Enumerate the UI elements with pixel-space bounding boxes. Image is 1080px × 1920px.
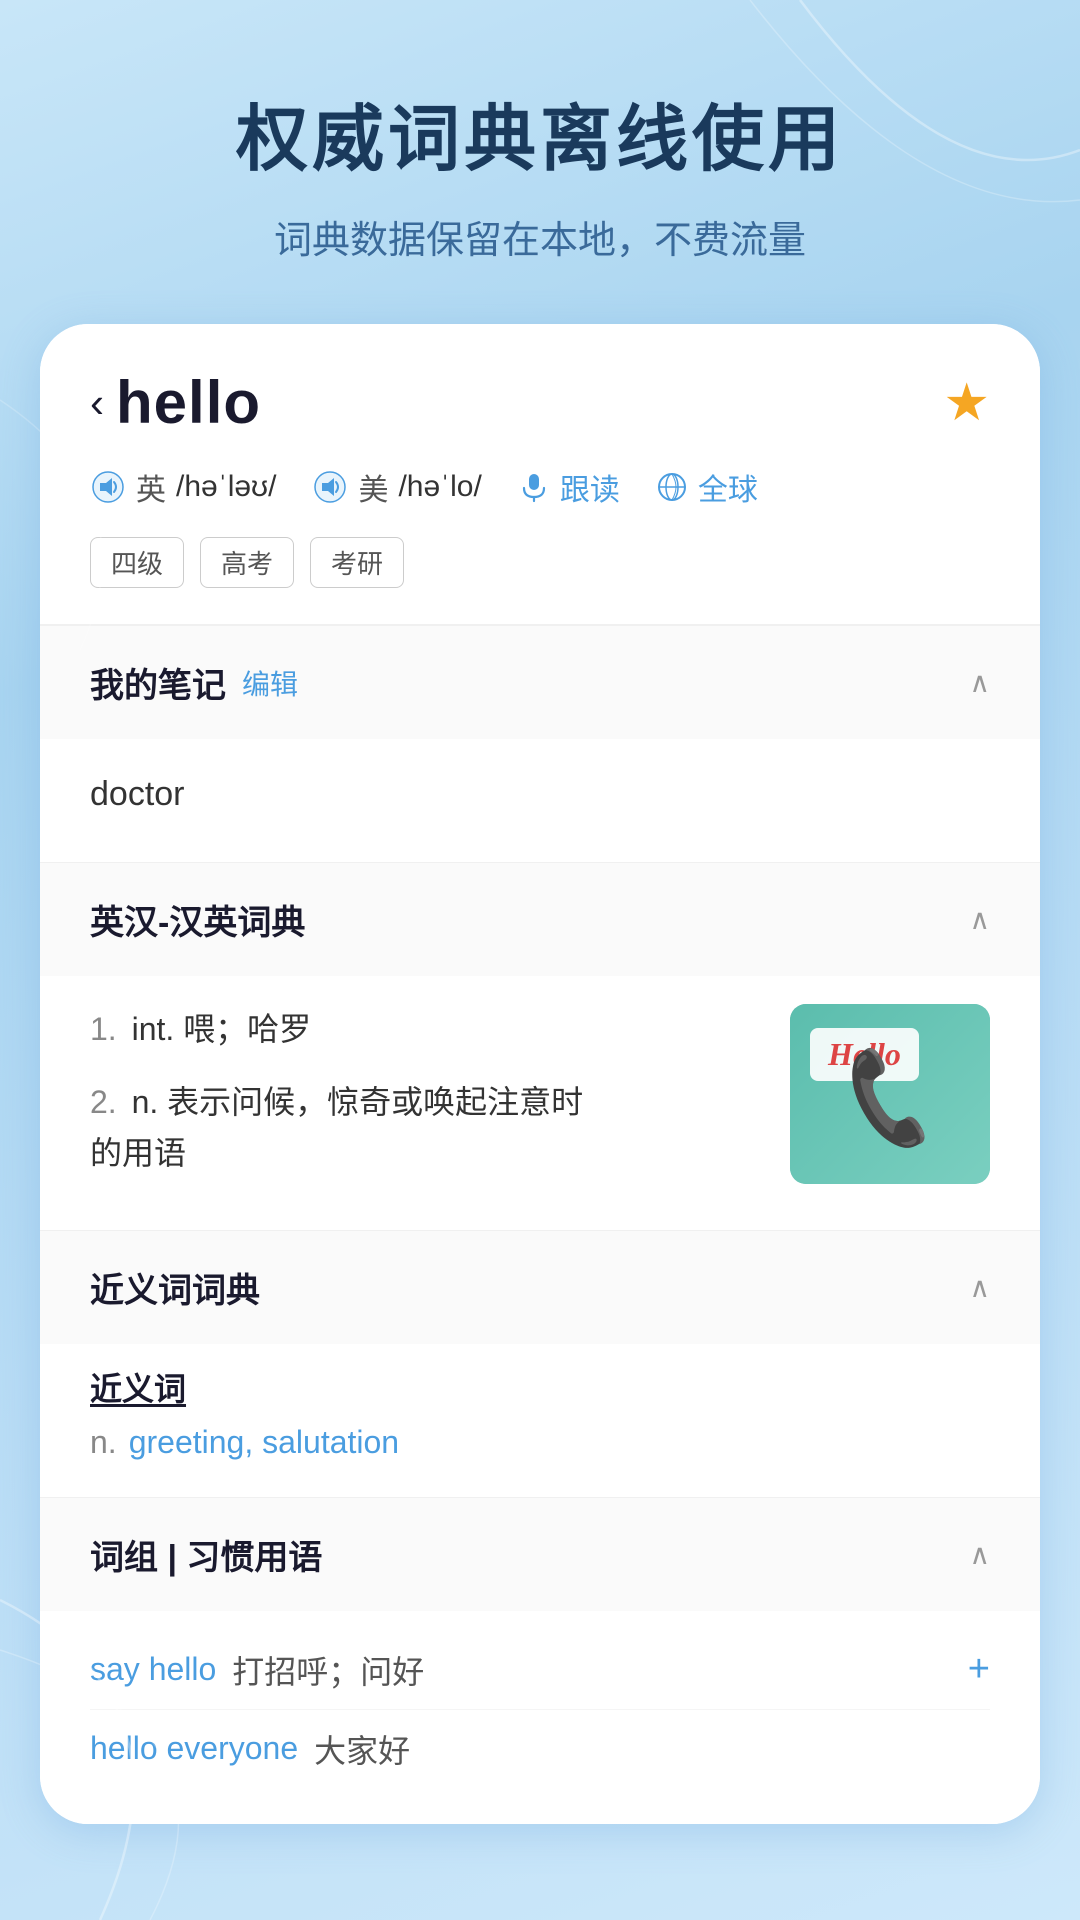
tag-level4: 四级 <box>90 537 184 588</box>
phrase-zh-2: 大家好 <box>314 1726 410 1772</box>
dict-image: Hello 📞 <box>790 1004 990 1184</box>
phrase-item-1: say hello 打招呼；问好 + <box>90 1631 990 1710</box>
british-speaker-icon[interactable] <box>90 469 126 505</box>
british-ipa: /həˈləʊ/ <box>176 470 276 504</box>
sub-title: 词典数据保留在本地，不费流量 <box>60 209 1020 264</box>
dict-item-2: 2. n. 表示问候，惊奇或唤起注意时的用语 <box>90 1077 760 1179</box>
dict-body: 1. int. 喂；哈罗 2. n. 表示问候，惊奇或唤起注意时的用语 Hell… <box>40 976 1040 1230</box>
notes-title: 我的笔记 <box>90 658 226 707</box>
dict-num-2: 2. <box>90 1084 117 1120</box>
notes-edit-button[interactable]: 编辑 <box>242 663 298 703</box>
phrase-en-2[interactable]: hello everyone <box>90 1730 298 1767</box>
headword: hello <box>116 368 261 437</box>
top-section: 权威词典离线使用 词典数据保留在本地，不费流量 <box>0 0 1080 304</box>
card-header: ‹ hello ★ 英 /həˈləʊ/ <box>40 324 1040 625</box>
global-icon <box>656 471 688 503</box>
american-ipa: /həˈlo/ <box>398 470 481 504</box>
synonym-title: 近义词词典 <box>90 1263 260 1312</box>
tag-gaokao: 高考 <box>200 537 294 588</box>
dict-def-1: int. 喂；哈罗 <box>132 1011 312 1047</box>
synonym-heading: 近义词 <box>90 1364 990 1410</box>
follow-read-label: 跟读 <box>560 465 620 509</box>
synonym-chevron-icon: ∧ <box>970 1271 991 1304</box>
follow-read-item[interactable]: 跟读 <box>518 465 620 509</box>
american-label: 美 <box>358 465 388 509</box>
synonym-words[interactable]: greeting, salutation <box>129 1424 399 1461</box>
american-phonetic: 美 /həˈlo/ <box>312 465 481 509</box>
synonym-body: 近义词 n. greeting, salutation <box>40 1344 1040 1497</box>
synonym-section: 近义词词典 ∧ 近义词 n. greeting, salutation <box>40 1230 1040 1497</box>
dictionary-section: 英汉-汉英词典 ∧ 1. int. 喂；哈罗 2. n. 表示问候，惊奇或唤起注… <box>40 862 1040 1230</box>
phrases-section-header[interactable]: 词组 | 习惯用语 ∧ <box>40 1498 1040 1611</box>
global-label: 全球 <box>698 465 758 509</box>
dict-chevron-icon: ∧ <box>970 903 991 936</box>
phrases-chevron-icon: ∧ <box>970 1538 991 1571</box>
dict-item-1: 1. int. 喂；哈罗 <box>90 1004 760 1055</box>
dict-title: 英汉-汉英词典 <box>90 895 305 944</box>
synonym-section-header[interactable]: 近义词词典 ∧ <box>40 1231 1040 1344</box>
dict-content: 1. int. 喂；哈罗 2. n. 表示问候，惊奇或唤起注意时的用语 <box>90 1004 760 1202</box>
dictionary-card: ‹ hello ★ 英 /həˈləʊ/ <box>40 324 1040 1824</box>
phrases-body: say hello 打招呼；问好 + hello everyone 大家好 <box>40 1611 1040 1824</box>
note-word: doctor <box>90 759 990 830</box>
british-label: 英 <box>136 465 166 509</box>
phrase-zh-1: 打招呼；问好 <box>232 1647 424 1693</box>
phrase-left-1: say hello 打招呼；问好 <box>90 1647 424 1693</box>
notes-section-header[interactable]: 我的笔记 编辑 ∧ <box>40 626 1040 739</box>
back-arrow[interactable]: ‹ <box>90 382 104 424</box>
notes-chevron-icon: ∧ <box>970 666 991 699</box>
dict-num-1: 1. <box>90 1011 117 1047</box>
phrase-add-icon-1[interactable]: + <box>968 1648 990 1691</box>
phrases-section: 词组 | 习惯用语 ∧ say hello 打招呼；问好 + hello eve… <box>40 1497 1040 1824</box>
phrase-left-2: hello everyone 大家好 <box>90 1726 410 1772</box>
dict-section-header[interactable]: 英汉-汉英词典 ∧ <box>40 863 1040 976</box>
notes-title-left: 我的笔记 编辑 <box>90 658 298 707</box>
american-speaker-icon[interactable] <box>312 469 348 505</box>
global-item[interactable]: 全球 <box>656 465 758 509</box>
favorite-star-icon[interactable]: ★ <box>943 373 990 433</box>
phonetics-row: 英 /həˈləʊ/ 美 /həˈlo/ <box>90 465 990 509</box>
phrase-item-2: hello everyone 大家好 <box>90 1710 990 1788</box>
tag-yanyan: 考研 <box>310 537 404 588</box>
word-row: ‹ hello ★ <box>90 368 990 437</box>
notes-body: doctor <box>40 739 1040 862</box>
british-phonetic: 英 /həˈləʊ/ <box>90 465 276 509</box>
synonym-pos: n. <box>90 1424 117 1461</box>
word-left: ‹ hello <box>90 368 261 437</box>
synonym-row: n. greeting, salutation <box>90 1424 990 1461</box>
hello-image-inner: Hello 📞 <box>790 1004 990 1184</box>
dict-def-2: n. 表示问候，惊奇或唤起注意时的用语 <box>90 1084 583 1171</box>
main-title: 权威词典离线使用 <box>60 80 1020 185</box>
notes-section: 我的笔记 编辑 ∧ doctor <box>40 625 1040 862</box>
phrases-title: 词组 | 习惯用语 <box>90 1530 322 1579</box>
phrase-en-1[interactable]: say hello <box>90 1651 216 1688</box>
tags-row: 四级 高考 考研 <box>90 537 990 588</box>
mic-icon <box>518 471 550 503</box>
